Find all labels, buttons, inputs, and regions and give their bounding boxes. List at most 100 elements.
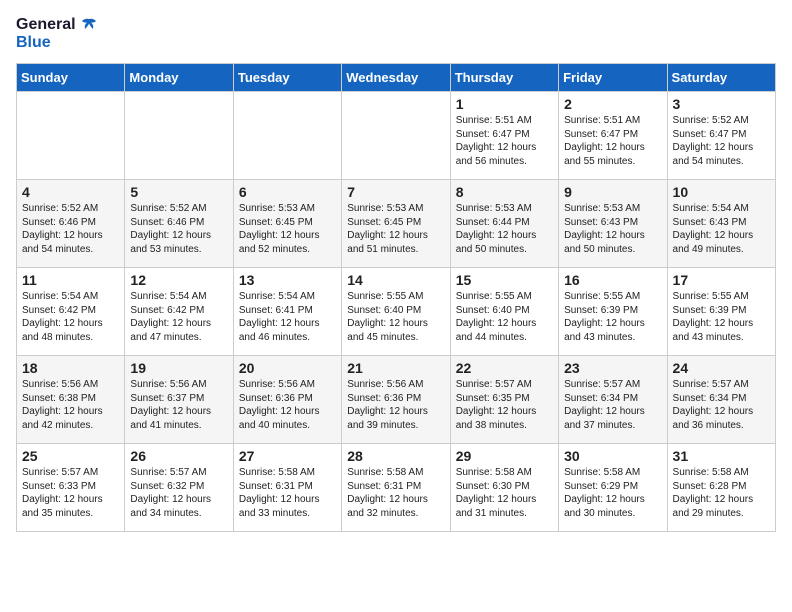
calendar-header: SundayMondayTuesdayWednesdayThursdayFrid… [17, 64, 776, 92]
day-info: Sunrise: 5:54 AM Sunset: 6:42 PM Dayligh… [22, 290, 119, 344]
day-cell: 1Sunrise: 5:51 AM Sunset: 6:47 PM Daylig… [450, 92, 558, 180]
logo-bird-svg [80, 18, 98, 32]
day-cell: 5 Sunrise: 5:52 AM Sunset: 6:46 PM Daylig… [125, 180, 233, 268]
header-day-wednesday: Wednesday [342, 64, 450, 92]
day-number: 8 [456, 184, 553, 200]
day-number: 25 [22, 448, 119, 464]
day-number: 20 [239, 360, 336, 376]
header-day-saturday: Saturday [667, 64, 775, 92]
day-number: 19 [130, 360, 227, 376]
logo-text: General Blue [16, 16, 98, 51]
day-number: 13 [239, 272, 336, 288]
day-cell: 14 Sunrise: 5:55 AM Sunset: 6:40 PM Dayli… [342, 268, 450, 356]
day-number: 30 [564, 448, 661, 464]
day-number: 24 [673, 360, 770, 376]
day-cell: 25 Sunrise: 5:57 AM Sunset: 6:33 PM Dayli… [17, 444, 125, 532]
day-cell: 4Sunrise: 5:52 AM Sunset: 6:46 PM Daylig… [17, 180, 125, 268]
day-info: Sunrise: 5:55 AM Sunset: 6:39 PM Dayligh… [673, 290, 770, 344]
week-row-5: 25 Sunrise: 5:57 AM Sunset: 6:33 PM Dayli… [17, 444, 776, 532]
day-cell: 31 Sunrise: 5:58 AM Sunset: 6:28 PM Dayli… [667, 444, 775, 532]
day-info: Sunrise: 5:52 AM Sunset: 6:47 PM Dayligh… [673, 114, 770, 168]
day-info: Sunrise: 5:54 AM Sunset: 6:42 PM Dayligh… [130, 290, 227, 344]
week-row-1: 1 Sunrise: 5:51 AM Sunset: 6:47 PM Daylig… [17, 92, 776, 180]
day-info: Sunrise: 5:57 AM Sunset: 6:34 PM Dayligh… [564, 378, 661, 432]
day-info: Sunrise: 5:53 AM Sunset: 6:45 PM Dayligh… [239, 202, 336, 256]
day-number: 22 [456, 360, 553, 376]
page-header: General Blue [16, 16, 776, 51]
logo-container: General Blue [16, 16, 98, 51]
day-cell: 18 Sunrise: 5:56 AM Sunset: 6:38 PM Dayli… [17, 356, 125, 444]
day-cell: 9Sunrise: 5:53 AM Sunset: 6:43 PM Daylig… [559, 180, 667, 268]
day-info: Sunrise: 5:56 AM Sunset: 6:37 PM Dayligh… [130, 378, 227, 432]
day-cell: 10Sunrise: 5:54 AM Sunset: 6:43 PM Dayli… [667, 180, 775, 268]
day-number: 29 [456, 448, 553, 464]
day-info: Sunrise: 5:58 AM Sunset: 6:28 PM Dayligh… [673, 466, 770, 520]
day-cell: 20 Sunrise: 5:56 AM Sunset: 6:36 PM Dayli… [233, 356, 341, 444]
day-info: Sunrise: 5:52 AM Sunset: 6:46 PM Dayligh… [130, 202, 227, 256]
day-cell: 16 Sunrise: 5:55 AM Sunset: 6:39 PM Dayli… [559, 268, 667, 356]
day-info: Sunrise: 5:56 AM Sunset: 6:38 PM Dayligh… [22, 378, 119, 432]
day-info: Sunrise: 5:55 AM Sunset: 6:40 PM Dayligh… [347, 290, 444, 344]
day-cell: 23 Sunrise: 5:57 AM Sunset: 6:34 PM Dayli… [559, 356, 667, 444]
day-number: 10 [673, 184, 770, 200]
day-number: 3 [673, 96, 770, 112]
day-number: 21 [347, 360, 444, 376]
day-info: Sunrise: 5:57 AM Sunset: 6:33 PM Dayligh… [22, 466, 119, 520]
day-cell: 29 Sunrise: 5:58 AM Sunset: 6:30 PM Dayli… [450, 444, 558, 532]
day-cell: 15 Sunrise: 5:55 AM Sunset: 6:40 PM Dayli… [450, 268, 558, 356]
day-number: 11 [22, 272, 119, 288]
calendar-table: SundayMondayTuesdayWednesdayThursdayFrid… [16, 63, 776, 532]
day-number: 6 [239, 184, 336, 200]
day-info: Sunrise: 5:58 AM Sunset: 6:31 PM Dayligh… [239, 466, 336, 520]
day-info: Sunrise: 5:56 AM Sunset: 6:36 PM Dayligh… [347, 378, 444, 432]
day-info: Sunrise: 5:51 AM Sunset: 6:47 PM Dayligh… [564, 114, 661, 168]
header-row: SundayMondayTuesdayWednesdayThursdayFrid… [17, 64, 776, 92]
day-info: Sunrise: 5:57 AM Sunset: 6:32 PM Dayligh… [130, 466, 227, 520]
day-cell: 8 Sunrise: 5:53 AM Sunset: 6:44 PM Daylig… [450, 180, 558, 268]
day-info: Sunrise: 5:55 AM Sunset: 6:39 PM Dayligh… [564, 290, 661, 344]
day-number: 28 [347, 448, 444, 464]
day-cell [233, 92, 341, 180]
day-number: 17 [673, 272, 770, 288]
calendar-body: 1 Sunrise: 5:51 AM Sunset: 6:47 PM Daylig… [17, 92, 776, 532]
header-day-thursday: Thursday [450, 64, 558, 92]
day-number: 15 [456, 272, 553, 288]
day-info: Sunrise: 5:54 AM Sunset: 6:41 PM Dayligh… [239, 290, 336, 344]
day-cell: 7 Sunrise: 5:53 AM Sunset: 6:45 PM Daylig… [342, 180, 450, 268]
day-info: Sunrise: 5:56 AM Sunset: 6:36 PM Dayligh… [239, 378, 336, 432]
day-info: Sunrise: 5:53 AM Sunset: 6:44 PM Dayligh… [456, 202, 553, 256]
day-cell: 13 Sunrise: 5:54 AM Sunset: 6:41 PM Dayli… [233, 268, 341, 356]
day-number: 4 [22, 184, 119, 200]
day-cell: 3 Sunrise: 5:52 AM Sunset: 6:47 PM Daylig… [667, 92, 775, 180]
day-info: Sunrise: 5:53 AM Sunset: 6:45 PM Dayligh… [347, 202, 444, 256]
day-number: 16 [564, 272, 661, 288]
day-cell: 26 Sunrise: 5:57 AM Sunset: 6:32 PM Dayli… [125, 444, 233, 532]
day-cell: 24 Sunrise: 5:57 AM Sunset: 6:34 PM Dayli… [667, 356, 775, 444]
day-info: Sunrise: 5:55 AM Sunset: 6:40 PM Dayligh… [456, 290, 553, 344]
day-cell [17, 92, 125, 180]
day-info: Sunrise: 5:57 AM Sunset: 6:34 PM Dayligh… [673, 378, 770, 432]
day-number: 14 [347, 272, 444, 288]
day-cell: 17 Sunrise: 5:55 AM Sunset: 6:39 PM Dayli… [667, 268, 775, 356]
day-info: Sunrise: 5:57 AM Sunset: 6:35 PM Dayligh… [456, 378, 553, 432]
day-number: 18 [22, 360, 119, 376]
week-row-3: 11 Sunrise: 5:54 AM Sunset: 6:42 PM Dayli… [17, 268, 776, 356]
day-number: 27 [239, 448, 336, 464]
day-number: 26 [130, 448, 227, 464]
header-day-sunday: Sunday [17, 64, 125, 92]
week-row-2: 4 Sunrise: 5:52 AM Sunset: 6:46 PM Daylig… [17, 180, 776, 268]
day-cell: 12Sunrise: 5:54 AM Sunset: 6:42 PM Dayli… [125, 268, 233, 356]
day-number: 5 [130, 184, 227, 200]
day-cell [342, 92, 450, 180]
day-cell: 22 Sunrise: 5:57 AM Sunset: 6:35 PM Dayli… [450, 356, 558, 444]
day-number: 7 [347, 184, 444, 200]
day-info: Sunrise: 5:58 AM Sunset: 6:30 PM Dayligh… [456, 466, 553, 520]
header-day-monday: Monday [125, 64, 233, 92]
day-number: 31 [673, 448, 770, 464]
header-day-friday: Friday [559, 64, 667, 92]
week-row-4: 18 Sunrise: 5:56 AM Sunset: 6:38 PM Dayli… [17, 356, 776, 444]
day-info: Sunrise: 5:58 AM Sunset: 6:31 PM Dayligh… [347, 466, 444, 520]
day-number: 2 [564, 96, 661, 112]
day-number: 23 [564, 360, 661, 376]
day-number: 1 [456, 96, 553, 112]
